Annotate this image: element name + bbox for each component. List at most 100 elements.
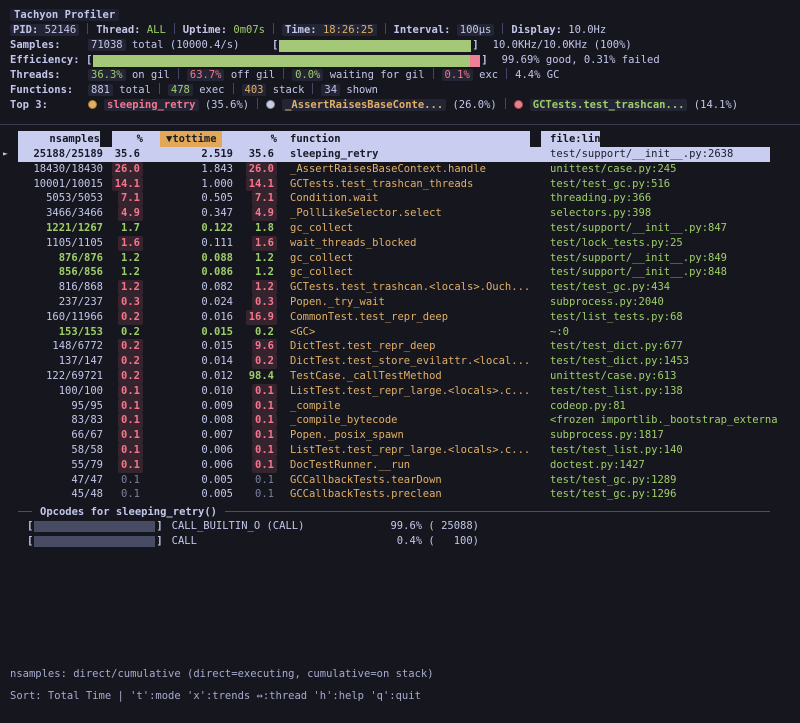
functions-total-label: total xyxy=(119,84,151,96)
app-title-line: Tachyon Profiler xyxy=(10,8,790,23)
direct-pct-cell: 0.1 xyxy=(103,399,143,414)
table-row[interactable]: 160/11966 0.2 0.016 16.9 CommonTest.test… xyxy=(0,310,800,325)
cumulative-pct-cell: 26.0 xyxy=(233,162,277,177)
row-cursor xyxy=(0,221,18,236)
direct-pct-cell: 7.1 xyxy=(103,191,143,206)
function-cell: sleeping_retry xyxy=(277,147,550,162)
opcode-bar xyxy=(34,521,155,532)
cumulative-pct-cell: 0.3 xyxy=(233,295,277,310)
nsamples-cell: 58/58 xyxy=(18,443,103,458)
table-row[interactable]: 1105/1105 1.6 0.111 1.6 wait_threads_blo… xyxy=(0,236,800,251)
table-row[interactable]: 58/58 0.1 0.006 0.1 ListTest.test_repr_l… xyxy=(0,443,800,458)
divider xyxy=(174,23,175,34)
direct-pct-cell: 0.1 xyxy=(103,413,143,428)
functions-exec: 478 xyxy=(168,84,193,96)
table-row[interactable]: 66/67 0.1 0.007 0.1 Popen._posix_spawn s… xyxy=(0,428,800,443)
function-cell: gc_collect xyxy=(277,221,550,236)
table-row[interactable]: 47/47 0.1 0.005 0.1 GCCallbackTests.tear… xyxy=(0,473,800,488)
table-row[interactable]: 148/6772 0.2 0.015 9.6 DictTest.test_rep… xyxy=(0,339,800,354)
header-file-line[interactable]: file:line xyxy=(541,131,607,147)
table-row[interactable]: 95/95 0.1 0.009 0.1 _compile codeop.py:8… xyxy=(0,399,800,414)
cumulative-pct-cell: 4.9 xyxy=(233,206,277,221)
functions-line: Functions:881 total478 exec403 stack34 s… xyxy=(10,83,790,98)
top1-pct: (35.6%) xyxy=(205,99,249,111)
table-row[interactable]: 5053/5053 7.1 0.505 7.1 Condition.wait t… xyxy=(0,191,800,206)
file-line-cell: ~:0 xyxy=(550,325,800,340)
direct-pct-cell: 26.0 xyxy=(103,162,143,177)
header-direct-pct[interactable]: % xyxy=(112,131,143,147)
table-row[interactable]: 122/69721 0.2 0.012 98.4 TestCase._callT… xyxy=(0,369,800,384)
file-line-cell: test/test_list.py:140 xyxy=(550,443,800,458)
header-cumulative-pct[interactable]: % xyxy=(222,131,277,147)
gc-pct: 4.4% xyxy=(515,69,540,81)
header-function[interactable]: function xyxy=(290,131,341,147)
row-cursor xyxy=(0,280,18,295)
tottime-cell: 1.843 xyxy=(143,162,233,177)
table-row[interactable]: 18430/18430 26.0 1.843 26.0 _AssertRaise… xyxy=(0,162,800,177)
app-title: Tachyon Profiler xyxy=(10,9,119,21)
function-cell: ListTest.test_repr_large.<locals>.c... xyxy=(277,443,550,458)
header-tottime-sorted[interactable]: ▼tottime xyxy=(160,131,222,147)
table-row[interactable]: 1221/1267 1.7 0.122 1.8 gc_collect test/… xyxy=(0,221,800,236)
tottime-cell: 0.012 xyxy=(143,369,233,384)
nsamples-cell: 122/69721 xyxy=(18,369,103,384)
row-cursor xyxy=(0,443,18,458)
table-row[interactable]: 237/237 0.3 0.024 0.3 Popen._try_wait su… xyxy=(0,295,800,310)
table-row[interactable]: 153/153 0.2 0.015 0.2 <GC> ~:0 xyxy=(0,325,800,340)
table-row[interactable]: 10001/10015 14.1 1.000 14.1 GCTests.test… xyxy=(0,177,800,192)
file-line-cell: test/support/__init__.py:847 xyxy=(550,221,800,236)
table-row[interactable]: 876/876 1.2 0.088 1.2 gc_collect test/su… xyxy=(0,251,800,266)
opcodes-section: Opcodes for sleeping_retry() [] CALL_BUI… xyxy=(18,504,770,549)
file-line-cell: test/test_gc.py:1296 xyxy=(550,487,800,502)
table-row[interactable]: 55/79 0.1 0.006 0.1 DocTestRunner.__run … xyxy=(0,458,800,473)
function-cell: Popen._try_wait xyxy=(277,295,550,310)
top3-function[interactable]: GCTests.test_trashcan... xyxy=(530,99,688,111)
table-row[interactable]: 137/147 0.2 0.014 0.2 DictTest.test_stor… xyxy=(0,354,800,369)
top2-function[interactable]: _AssertRaisesBaseConte... xyxy=(282,99,446,111)
nsamples-cell: 153/153 xyxy=(18,325,103,340)
direct-pct-cell: 0.1 xyxy=(103,473,143,488)
thread-label: Thread: xyxy=(96,24,140,36)
exc-label: exc xyxy=(479,69,498,81)
opcode-name: CALL xyxy=(163,534,197,549)
nsamples-cell: 160/11966 xyxy=(18,310,103,325)
top1-function[interactable]: sleeping_retry xyxy=(104,99,199,111)
direct-pct-cell: 1.2 xyxy=(103,251,143,266)
thread-value[interactable]: ALL xyxy=(147,24,166,36)
cumulative-pct-cell: 7.1 xyxy=(233,191,277,206)
function-cell: _compile xyxy=(277,399,550,414)
threads-label: Threads: xyxy=(10,68,88,83)
top3-label: Top 3: xyxy=(10,98,88,113)
samples-total-suffix: total (10000.4/s) xyxy=(132,39,239,51)
table-row[interactable]: 45/48 0.1 0.005 0.1 GCCallbackTests.prec… xyxy=(0,487,800,502)
efficiency-bar xyxy=(93,55,480,67)
table-row[interactable]: ► 25188/25189 35.6 2.519 35.6 sleeping_r… xyxy=(0,147,800,162)
waiting-gil-pct: 0.0% xyxy=(292,69,323,81)
function-cell: Popen._posix_spawn xyxy=(277,428,550,443)
opcode-stats: 99.6% ( 25088) xyxy=(327,519,479,534)
tottime-cell: 0.015 xyxy=(143,339,233,354)
top3-pct: (14.1%) xyxy=(694,99,738,111)
tottime-cell: 0.007 xyxy=(143,428,233,443)
tottime-cell: 0.086 xyxy=(143,265,233,280)
table-row[interactable]: 100/100 0.1 0.010 0.1 ListTest.test_repr… xyxy=(0,384,800,399)
file-line-cell: test/support/__init__.py:849 xyxy=(550,251,800,266)
tottime-cell: 0.016 xyxy=(143,310,233,325)
function-cell: _PollLikeSelector.select xyxy=(277,206,550,221)
table-row[interactable]: 83/83 0.1 0.008 0.1 _compile_bytecode <f… xyxy=(0,413,800,428)
legend-line: nsamples: direct/cumulative (direct=exec… xyxy=(10,668,434,680)
samples-count: 71038 xyxy=(88,39,126,51)
header-nsamples[interactable]: nsamples xyxy=(18,131,100,147)
file-line-cell: test/test_gc.py:516 xyxy=(550,177,800,192)
opcodes-title: Opcodes for sleeping_retry() xyxy=(40,506,217,518)
functions-stack: 403 xyxy=(242,84,267,96)
nsamples-cell: 47/47 xyxy=(18,473,103,488)
table-row[interactable]: 816/868 1.2 0.082 1.2 GCTests.test_trash… xyxy=(0,280,800,295)
interval-label: Interval: xyxy=(394,24,451,36)
row-cursor xyxy=(0,473,18,488)
table-row[interactable]: 3466/3466 4.9 0.347 4.9 _PollLikeSelecto… xyxy=(0,206,800,221)
nsamples-cell: 816/868 xyxy=(18,280,103,295)
separator-dash xyxy=(18,511,32,512)
table-row[interactable]: 856/856 1.2 0.086 1.2 gc_collect test/su… xyxy=(0,265,800,280)
nsamples-cell: 1221/1267 xyxy=(18,221,103,236)
